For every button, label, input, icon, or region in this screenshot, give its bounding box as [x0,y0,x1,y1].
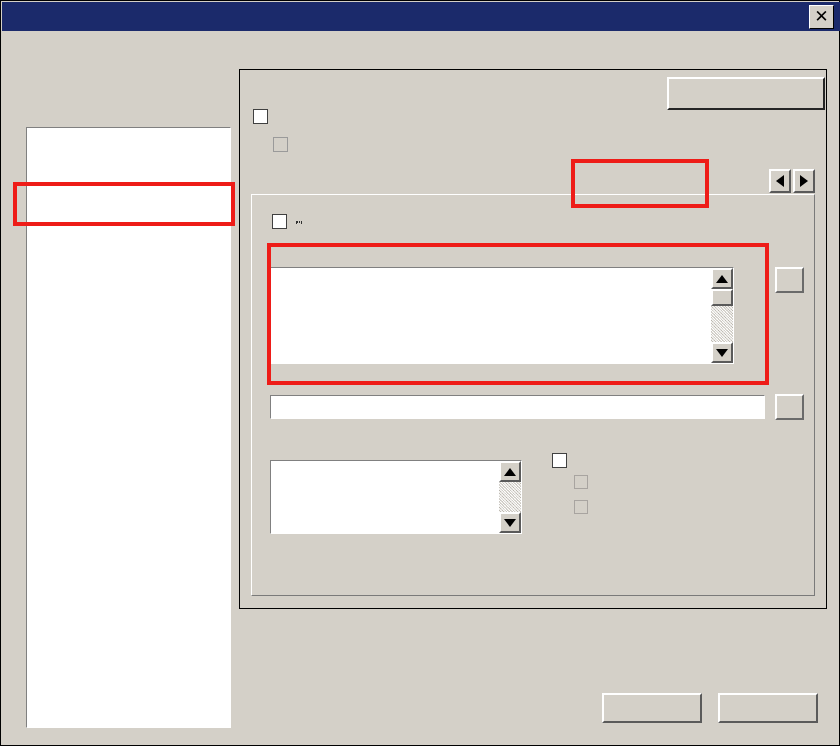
title-bar: ✕ [2,2,840,31]
triangle-up-icon [504,467,516,476]
factory-settings-button[interactable] [667,77,825,110]
tab-scroll-right-button[interactable] [793,169,815,193]
triangle-left-icon [776,175,784,187]
preprocessor-output-row[interactable] [552,453,575,468]
triangle-right-icon [800,175,808,187]
close-icon[interactable]: ✕ [809,5,834,29]
triangle-down-icon [504,518,516,527]
generate-line-directives-row [574,500,596,514]
multi-file-compilation-checkbox[interactable] [253,109,268,124]
preprocessor-output-checkbox[interactable] [552,453,567,468]
preinclude-browse-button[interactable] [775,394,804,420]
preserve-comments-row [574,475,596,489]
multi-file-compilation-row[interactable] [253,109,277,124]
category-list[interactable] [26,127,231,728]
defined-symbols-listbox[interactable] [270,460,522,534]
tab-scroll-left-button[interactable] [769,169,791,193]
generate-line-directives-checkbox [574,500,588,514]
scroll-up-button[interactable] [711,268,733,289]
ignore-standard-include-checkbox[interactable] [272,214,287,229]
include-list-scrollbar[interactable] [711,268,733,363]
scroll-down-button[interactable] [499,512,521,533]
include-browse-button[interactable] [775,267,804,293]
triangle-up-icon [716,274,728,283]
preinclude-input[interactable] [270,395,765,419]
scrollbar-track[interactable] [711,306,733,342]
compiler-tab-strip[interactable] [253,167,815,195]
preserve-comments-checkbox [574,475,588,489]
ignore-standard-include-row[interactable] [272,214,302,229]
additional-include-directories-listbox[interactable] [270,267,734,364]
triangle-down-icon [716,348,728,357]
scrollbar-track[interactable] [499,482,521,512]
scroll-up-button[interactable] [499,461,521,482]
ok-button[interactable] [602,693,702,723]
discard-unused-publics-checkbox [273,137,288,152]
tab-scroll-buttons[interactable] [767,169,815,193]
cancel-button[interactable] [718,693,818,723]
options-dialog: ✕ [0,0,840,746]
defined-symbols-scrollbar[interactable] [499,461,521,533]
scrollbar-thumb[interactable] [711,289,733,306]
discard-unused-publics-row [273,137,297,152]
scroll-down-button[interactable] [711,342,733,363]
